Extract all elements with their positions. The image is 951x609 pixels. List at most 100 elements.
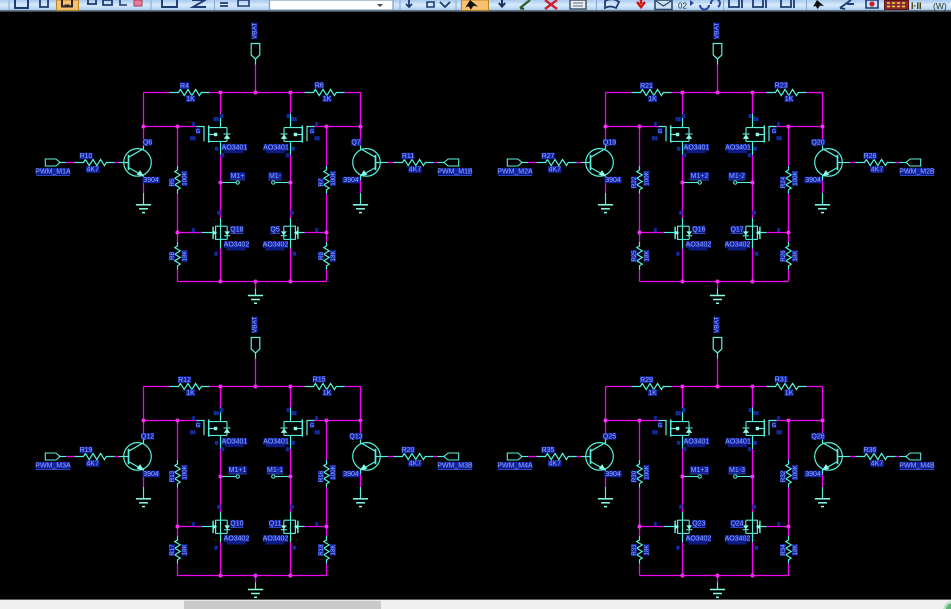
svg-text:D1: D1: [652, 430, 658, 435]
svg-text:PWM_M2A: PWM_M2A: [497, 168, 533, 175]
svg-text:AO3402: AO3402: [263, 536, 289, 543]
svg-text:R9: R9: [318, 251, 325, 259]
svg-text:PWM_M2B: PWM_M2B: [899, 168, 935, 175]
svg-text:D: D: [215, 440, 218, 445]
svg-text:4K7: 4K7: [548, 167, 561, 174]
svg-text:18K: 18K: [181, 250, 188, 262]
svg-text:R20: R20: [402, 447, 415, 454]
svg-text:AO3402: AO3402: [725, 242, 751, 249]
svg-text:D1: D1: [315, 430, 321, 435]
svg-text:18K: 18K: [792, 544, 799, 556]
svg-text:PWM_M4A: PWM_M4A: [497, 462, 533, 469]
svg-text:1K: 1K: [785, 390, 794, 397]
svg-text:R29: R29: [640, 377, 653, 384]
svg-text:Q12: Q12: [141, 434, 154, 441]
svg-text:R4: R4: [180, 83, 189, 90]
svg-text:Q19: Q19: [603, 140, 616, 147]
svg-text:R30: R30: [631, 470, 638, 482]
svg-text:AO3402: AO3402: [725, 536, 751, 543]
svg-text:D: D: [677, 440, 680, 445]
svg-text:AO3401: AO3401: [263, 438, 289, 445]
svg-text:R35: R35: [542, 447, 555, 454]
svg-text:AO3402: AO3402: [686, 536, 712, 543]
svg-text:PWM_M3B: PWM_M3B: [437, 462, 473, 469]
svg-text:S1: S1: [291, 116, 297, 121]
svg-text:1K: 1K: [648, 96, 657, 103]
svg-text:R18: R18: [318, 544, 325, 556]
svg-text:Q17: Q17: [730, 226, 743, 233]
svg-text:G: G: [310, 129, 314, 135]
svg-text:R8: R8: [169, 251, 176, 259]
svg-text:Q23: Q23: [692, 520, 705, 527]
svg-text:D: D: [292, 440, 295, 445]
svg-text:G: G: [196, 129, 200, 135]
svg-text:4K7: 4K7: [86, 167, 99, 174]
svg-text:AO3401: AO3401: [684, 438, 710, 445]
svg-text:(W): (W): [933, 1, 947, 11]
svg-text:Q25: Q25: [603, 434, 616, 441]
svg-text:I·II: I·II: [911, 1, 922, 11]
svg-text:02: 02: [678, 2, 687, 11]
svg-text:1K: 1K: [323, 390, 332, 397]
svg-text:S1: S1: [676, 410, 682, 415]
svg-text:R12: R12: [178, 377, 191, 384]
svg-text:M1-: M1-: [269, 173, 282, 180]
svg-text:R11: R11: [402, 153, 414, 160]
svg-text:3904: 3904: [343, 177, 359, 184]
svg-text:Q6: Q6: [143, 140, 152, 147]
svg-text:R16: R16: [318, 470, 325, 482]
svg-text:R24: R24: [780, 176, 787, 188]
svg-text:R32: R32: [780, 470, 787, 482]
svg-text:R25: R25: [631, 250, 638, 262]
svg-text:Q24: Q24: [730, 520, 743, 527]
svg-text:AO3401: AO3401: [222, 438, 248, 445]
svg-text:4K7: 4K7: [871, 167, 884, 174]
svg-text:D: D: [754, 440, 757, 445]
svg-text:100K: 100K: [643, 464, 650, 479]
svg-text:18K: 18K: [330, 250, 337, 262]
svg-text:R6: R6: [315, 82, 324, 89]
svg-text:18K: 18K: [330, 544, 337, 556]
svg-text:S1: S1: [214, 116, 220, 121]
svg-text:Q26: Q26: [811, 434, 824, 441]
svg-text:4K7: 4K7: [409, 167, 422, 174]
svg-text:100K: 100K: [792, 170, 799, 185]
svg-text:3904: 3904: [605, 177, 621, 184]
svg-text:VBAT: VBAT: [713, 23, 720, 40]
svg-text:100K: 100K: [643, 170, 650, 185]
svg-text:R10: R10: [80, 153, 93, 160]
svg-text:Q10: Q10: [230, 520, 243, 527]
svg-text:M1-1: M1-1: [267, 467, 283, 474]
svg-text:1K: 1K: [186, 96, 195, 103]
svg-text:4K7: 4K7: [86, 461, 99, 468]
svg-text:R15: R15: [313, 376, 326, 383]
svg-text:S1: S1: [291, 410, 297, 415]
svg-text:R26: R26: [780, 250, 787, 262]
svg-text:R22: R22: [631, 176, 638, 188]
svg-text:3904: 3904: [143, 177, 159, 184]
svg-text:D: D: [754, 146, 757, 151]
svg-text:AO3401: AO3401: [684, 144, 710, 151]
svg-text:AO3402: AO3402: [224, 536, 250, 543]
svg-text:R33: R33: [631, 544, 638, 556]
svg-text:G: G: [772, 423, 776, 429]
svg-text:D1: D1: [777, 430, 783, 435]
svg-text:18K: 18K: [643, 250, 650, 262]
svg-text:R36: R36: [864, 447, 877, 454]
svg-text:1K: 1K: [785, 96, 794, 103]
svg-text:Q18: Q18: [230, 226, 243, 233]
svg-text:D1: D1: [652, 136, 658, 141]
svg-text:M1+3: M1+3: [691, 467, 709, 474]
svg-text:M1-3: M1-3: [729, 467, 745, 474]
svg-text:AO3402: AO3402: [263, 242, 289, 249]
svg-text:1K: 1K: [186, 390, 195, 397]
svg-text:S1: S1: [753, 116, 759, 121]
svg-text:D1: D1: [315, 136, 321, 141]
svg-text:4K7: 4K7: [871, 461, 884, 468]
svg-text:AO3402: AO3402: [224, 242, 250, 249]
svg-text:R7: R7: [318, 178, 325, 186]
svg-text:100K: 100K: [181, 170, 188, 185]
svg-text:100K: 100K: [181, 464, 188, 479]
svg-text:100K: 100K: [330, 464, 337, 479]
svg-text:18K: 18K: [792, 250, 799, 262]
